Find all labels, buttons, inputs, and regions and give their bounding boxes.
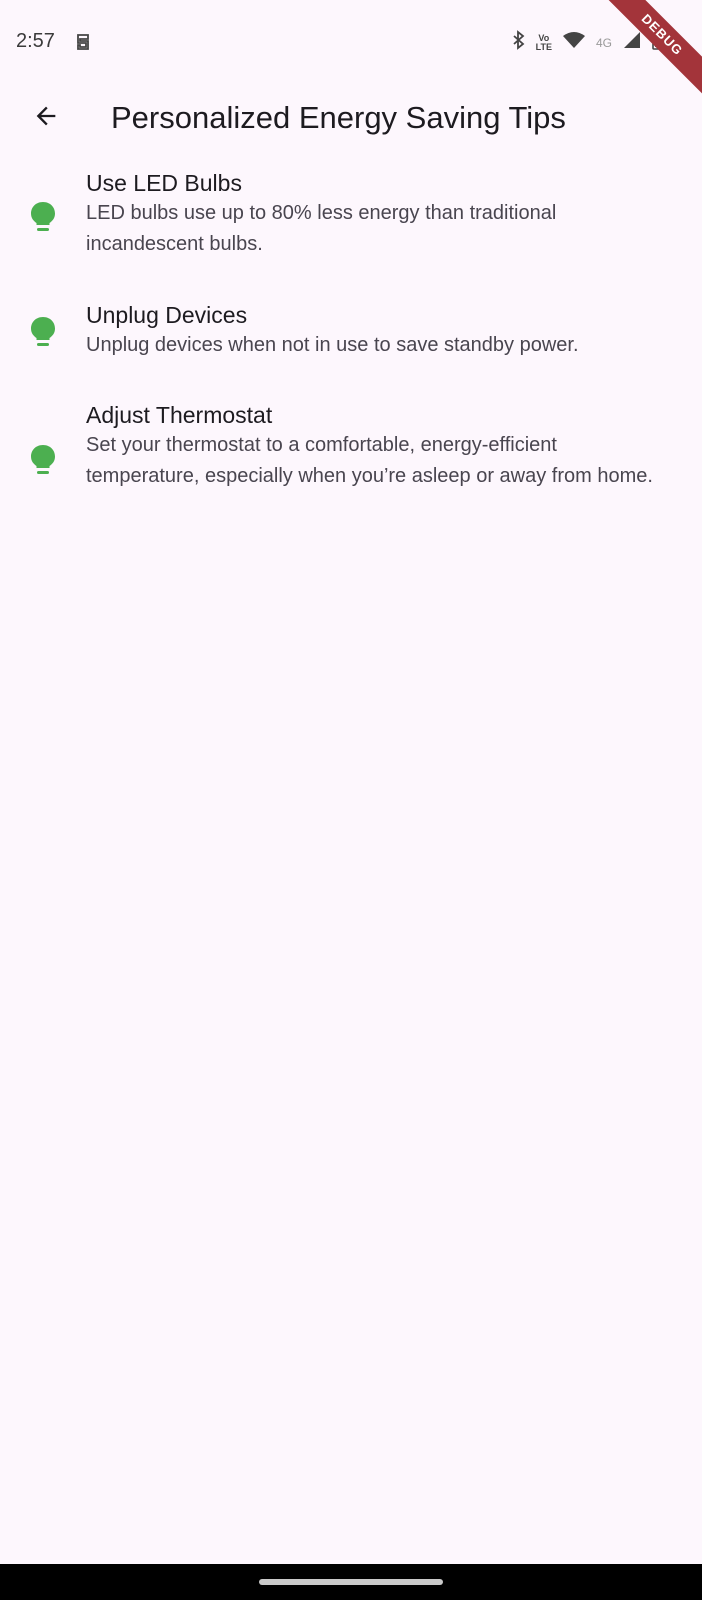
tip-description: Unplug devices when not in use to save s… [86,334,579,356]
tip-title: Adjust Thermostat [86,402,273,428]
volte-icon: Vo LTE [535,33,552,52]
status-time: 2:57 [16,30,55,52]
notification-icon [74,32,92,57]
system-navigation-bar [0,1564,702,1600]
status-bar: 2:57 Vo LTE 4G DEBUG [0,0,702,101]
lightbulb-icon [30,316,56,348]
signal-icon [622,30,642,55]
lightbulb-icon [30,201,56,233]
tip-item-adjust-thermostat[interactable]: Adjust Thermostat Set your thermostat to… [0,400,702,540]
volte-bottom-label: LTE [535,41,552,52]
back-button[interactable] [22,94,70,142]
status-icons: Vo LTE 4G [512,30,664,55]
wifi-icon [562,31,586,54]
tip-item-unplug-devices[interactable]: Unplug Devices Unplug devices when not i… [0,300,702,400]
arrow-back-icon [32,102,60,135]
bluetooth-icon [512,30,526,55]
app-bar: Personalized Energy Saving Tips [0,88,702,148]
lightbulb-icon [30,444,56,476]
tip-description: Set your thermostat to a comfortable, en… [86,434,653,487]
tips-list: Use LED Bulbs LED bulbs use up to 80% le… [0,168,702,540]
home-gesture-handle[interactable] [259,1579,443,1585]
tip-item-use-led-bulbs[interactable]: Use LED Bulbs LED bulbs use up to 80% le… [0,168,702,300]
network-type-label: 4G [595,35,612,50]
tip-title: Use LED Bulbs [86,170,242,196]
tip-description: LED bulbs use up to 80% less energy than… [86,202,557,255]
page-title: Personalized Energy Saving Tips [111,100,566,135]
tip-title: Unplug Devices [86,302,248,328]
